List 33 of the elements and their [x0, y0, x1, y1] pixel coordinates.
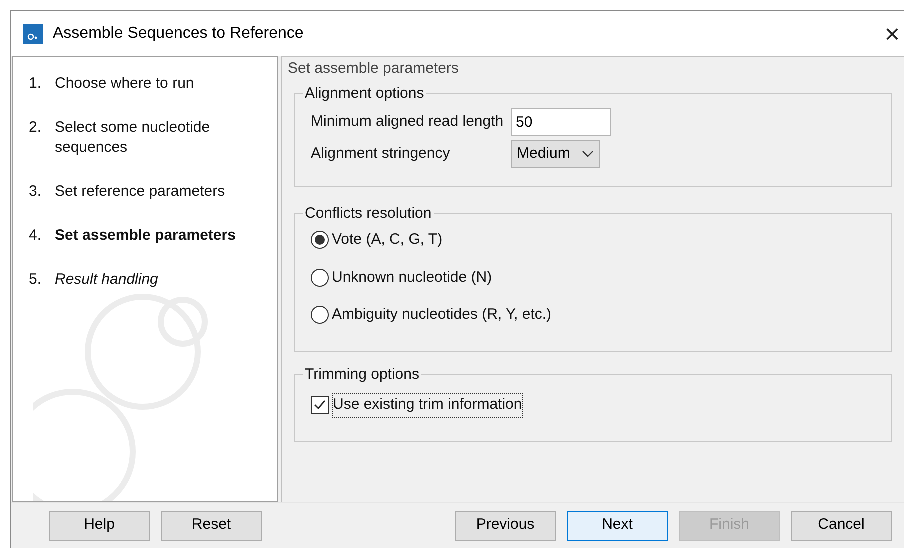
step-number: 1.	[29, 74, 43, 94]
step-label: Result handling	[55, 270, 160, 290]
step-label: Select some nucleotide sequences	[55, 118, 212, 158]
checkbox-label: Use existing trim information	[332, 393, 524, 418]
dialog-button[interactable]: Reset	[161, 510, 262, 540]
dialog-button[interactable]: Previous	[455, 510, 556, 540]
field-label: Minimum aligned read length	[311, 112, 505, 132]
close-button[interactable]: ×	[884, 20, 900, 46]
dialog-button[interactable]: Next	[567, 510, 668, 540]
radio-button[interactable]	[311, 231, 329, 250]
step-number: 5.	[29, 270, 43, 290]
step-label: Set assemble parameters	[55, 226, 237, 246]
step-number: 2.	[29, 118, 43, 138]
dropdown[interactable]: Medium	[511, 140, 600, 168]
input-field[interactable]: 50	[511, 108, 611, 136]
step-label: Choose where to run	[55, 74, 196, 94]
caret-icon	[582, 150, 594, 158]
checkbox[interactable]	[311, 396, 329, 414]
radio-label: Ambiguity nucleotides (R, Y, etc.)	[332, 305, 552, 325]
step-number: 3.	[29, 182, 43, 202]
radio-button[interactable]	[311, 306, 329, 324]
step-number: 4.	[29, 226, 43, 246]
dialog-button[interactable]: Cancel	[791, 510, 892, 540]
page-title: Set assemble parameters	[287, 59, 460, 79]
dialog-button[interactable]: Help	[49, 510, 150, 540]
radio-label: Vote (A, C, G, T)	[332, 230, 443, 250]
app-icon	[23, 24, 43, 44]
field-label: Alignment stringency	[311, 144, 452, 164]
radio-label: Unknown nucleotide (N)	[332, 268, 492, 288]
radio-button[interactable]	[311, 268, 329, 287]
window-title: Assemble Sequences to Reference	[53, 24, 304, 44]
step-label: Set reference parameters	[55, 182, 226, 202]
check-icon	[313, 398, 327, 412]
